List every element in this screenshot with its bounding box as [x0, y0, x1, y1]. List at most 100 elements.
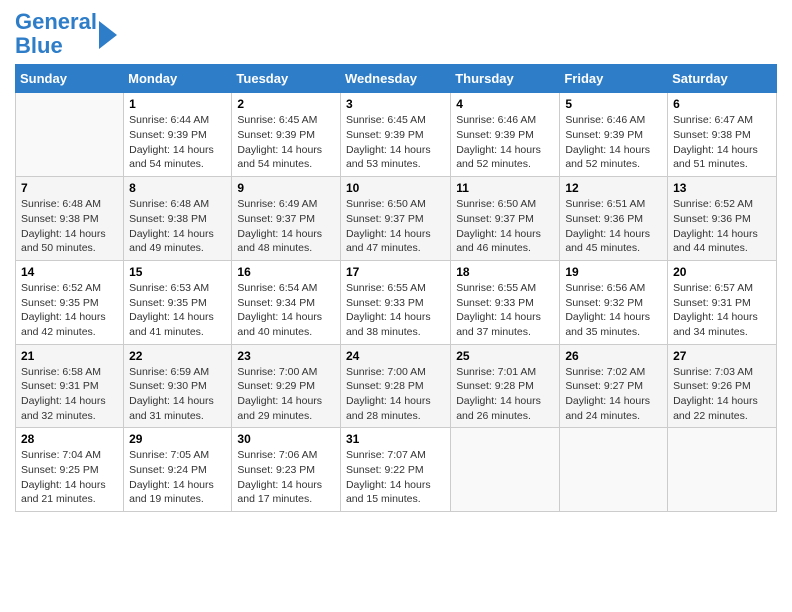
day-number: 23	[237, 349, 335, 363]
day-number: 18	[456, 265, 554, 279]
calendar-cell	[16, 93, 124, 177]
day-info: Sunrise: 6:45 AM Sunset: 9:39 PM Dayligh…	[346, 113, 445, 172]
day-info: Sunrise: 7:05 AM Sunset: 9:24 PM Dayligh…	[129, 448, 226, 507]
calendar-cell: 3 Sunrise: 6:45 AM Sunset: 9:39 PM Dayli…	[340, 93, 450, 177]
day-number: 1	[129, 97, 226, 111]
day-info: Sunrise: 7:02 AM Sunset: 9:27 PM Dayligh…	[565, 365, 662, 424]
logo: General Blue	[15, 10, 117, 58]
day-number: 29	[129, 432, 226, 446]
day-info: Sunrise: 7:00 AM Sunset: 9:29 PM Dayligh…	[237, 365, 335, 424]
calendar-cell: 4 Sunrise: 6:46 AM Sunset: 9:39 PM Dayli…	[451, 93, 560, 177]
calendar-cell: 1 Sunrise: 6:44 AM Sunset: 9:39 PM Dayli…	[124, 93, 232, 177]
day-number: 6	[673, 97, 771, 111]
day-info: Sunrise: 6:47 AM Sunset: 9:38 PM Dayligh…	[673, 113, 771, 172]
day-info: Sunrise: 6:51 AM Sunset: 9:36 PM Dayligh…	[565, 197, 662, 256]
logo-text: General Blue	[15, 10, 97, 58]
day-info: Sunrise: 6:45 AM Sunset: 9:39 PM Dayligh…	[237, 113, 335, 172]
day-number: 9	[237, 181, 335, 195]
calendar-cell: 2 Sunrise: 6:45 AM Sunset: 9:39 PM Dayli…	[232, 93, 341, 177]
day-info: Sunrise: 6:57 AM Sunset: 9:31 PM Dayligh…	[673, 281, 771, 340]
day-number: 10	[346, 181, 445, 195]
day-number: 13	[673, 181, 771, 195]
day-info: Sunrise: 6:58 AM Sunset: 9:31 PM Dayligh…	[21, 365, 118, 424]
calendar-cell	[560, 428, 668, 512]
day-info: Sunrise: 6:56 AM Sunset: 9:32 PM Dayligh…	[565, 281, 662, 340]
weekday-header: Friday	[560, 65, 668, 93]
day-info: Sunrise: 6:52 AM Sunset: 9:36 PM Dayligh…	[673, 197, 771, 256]
calendar-cell: 17 Sunrise: 6:55 AM Sunset: 9:33 PM Dayl…	[340, 260, 450, 344]
day-info: Sunrise: 6:52 AM Sunset: 9:35 PM Dayligh…	[21, 281, 118, 340]
day-info: Sunrise: 6:48 AM Sunset: 9:38 PM Dayligh…	[129, 197, 226, 256]
calendar-week-row: 7 Sunrise: 6:48 AM Sunset: 9:38 PM Dayli…	[16, 177, 777, 261]
day-number: 15	[129, 265, 226, 279]
day-info: Sunrise: 7:06 AM Sunset: 9:23 PM Dayligh…	[237, 448, 335, 507]
calendar-cell: 24 Sunrise: 7:00 AM Sunset: 9:28 PM Dayl…	[340, 344, 450, 428]
calendar-cell: 28 Sunrise: 7:04 AM Sunset: 9:25 PM Dayl…	[16, 428, 124, 512]
day-number: 28	[21, 432, 118, 446]
calendar-cell: 9 Sunrise: 6:49 AM Sunset: 9:37 PM Dayli…	[232, 177, 341, 261]
calendar-cell: 26 Sunrise: 7:02 AM Sunset: 9:27 PM Dayl…	[560, 344, 668, 428]
day-number: 2	[237, 97, 335, 111]
day-info: Sunrise: 6:50 AM Sunset: 9:37 PM Dayligh…	[346, 197, 445, 256]
weekday-header: Sunday	[16, 65, 124, 93]
day-info: Sunrise: 6:53 AM Sunset: 9:35 PM Dayligh…	[129, 281, 226, 340]
calendar-cell	[451, 428, 560, 512]
calendar-cell: 31 Sunrise: 7:07 AM Sunset: 9:22 PM Dayl…	[340, 428, 450, 512]
calendar-cell: 15 Sunrise: 6:53 AM Sunset: 9:35 PM Dayl…	[124, 260, 232, 344]
day-number: 31	[346, 432, 445, 446]
calendar-week-row: 14 Sunrise: 6:52 AM Sunset: 9:35 PM Dayl…	[16, 260, 777, 344]
calendar-cell: 16 Sunrise: 6:54 AM Sunset: 9:34 PM Dayl…	[232, 260, 341, 344]
day-number: 17	[346, 265, 445, 279]
day-number: 26	[565, 349, 662, 363]
day-info: Sunrise: 6:46 AM Sunset: 9:39 PM Dayligh…	[456, 113, 554, 172]
weekday-header: Saturday	[668, 65, 777, 93]
day-number: 30	[237, 432, 335, 446]
page-header: General Blue	[15, 10, 777, 58]
calendar-cell: 7 Sunrise: 6:48 AM Sunset: 9:38 PM Dayli…	[16, 177, 124, 261]
calendar-cell	[668, 428, 777, 512]
calendar-cell: 10 Sunrise: 6:50 AM Sunset: 9:37 PM Dayl…	[340, 177, 450, 261]
day-number: 16	[237, 265, 335, 279]
weekday-header: Tuesday	[232, 65, 341, 93]
day-info: Sunrise: 6:48 AM Sunset: 9:38 PM Dayligh…	[21, 197, 118, 256]
day-number: 25	[456, 349, 554, 363]
day-number: 14	[21, 265, 118, 279]
day-number: 7	[21, 181, 118, 195]
calendar-cell: 30 Sunrise: 7:06 AM Sunset: 9:23 PM Dayl…	[232, 428, 341, 512]
day-info: Sunrise: 7:00 AM Sunset: 9:28 PM Dayligh…	[346, 365, 445, 424]
calendar-cell: 20 Sunrise: 6:57 AM Sunset: 9:31 PM Dayl…	[668, 260, 777, 344]
day-info: Sunrise: 6:55 AM Sunset: 9:33 PM Dayligh…	[346, 281, 445, 340]
calendar-week-row: 28 Sunrise: 7:04 AM Sunset: 9:25 PM Dayl…	[16, 428, 777, 512]
day-number: 24	[346, 349, 445, 363]
day-number: 27	[673, 349, 771, 363]
calendar-week-row: 21 Sunrise: 6:58 AM Sunset: 9:31 PM Dayl…	[16, 344, 777, 428]
weekday-header: Wednesday	[340, 65, 450, 93]
calendar-week-row: 1 Sunrise: 6:44 AM Sunset: 9:39 PM Dayli…	[16, 93, 777, 177]
calendar-cell: 19 Sunrise: 6:56 AM Sunset: 9:32 PM Dayl…	[560, 260, 668, 344]
calendar-cell: 27 Sunrise: 7:03 AM Sunset: 9:26 PM Dayl…	[668, 344, 777, 428]
day-info: Sunrise: 7:04 AM Sunset: 9:25 PM Dayligh…	[21, 448, 118, 507]
day-info: Sunrise: 6:55 AM Sunset: 9:33 PM Dayligh…	[456, 281, 554, 340]
day-info: Sunrise: 6:59 AM Sunset: 9:30 PM Dayligh…	[129, 365, 226, 424]
calendar-cell: 13 Sunrise: 6:52 AM Sunset: 9:36 PM Dayl…	[668, 177, 777, 261]
day-info: Sunrise: 7:03 AM Sunset: 9:26 PM Dayligh…	[673, 365, 771, 424]
calendar-cell: 12 Sunrise: 6:51 AM Sunset: 9:36 PM Dayl…	[560, 177, 668, 261]
calendar-cell: 11 Sunrise: 6:50 AM Sunset: 9:37 PM Dayl…	[451, 177, 560, 261]
day-number: 3	[346, 97, 445, 111]
day-info: Sunrise: 7:07 AM Sunset: 9:22 PM Dayligh…	[346, 448, 445, 507]
day-number: 22	[129, 349, 226, 363]
day-info: Sunrise: 7:01 AM Sunset: 9:28 PM Dayligh…	[456, 365, 554, 424]
calendar-cell: 29 Sunrise: 7:05 AM Sunset: 9:24 PM Dayl…	[124, 428, 232, 512]
day-number: 12	[565, 181, 662, 195]
calendar-cell: 14 Sunrise: 6:52 AM Sunset: 9:35 PM Dayl…	[16, 260, 124, 344]
calendar-cell: 5 Sunrise: 6:46 AM Sunset: 9:39 PM Dayli…	[560, 93, 668, 177]
day-number: 21	[21, 349, 118, 363]
weekday-header: Thursday	[451, 65, 560, 93]
calendar-cell: 8 Sunrise: 6:48 AM Sunset: 9:38 PM Dayli…	[124, 177, 232, 261]
day-number: 19	[565, 265, 662, 279]
day-number: 11	[456, 181, 554, 195]
day-number: 20	[673, 265, 771, 279]
day-info: Sunrise: 6:54 AM Sunset: 9:34 PM Dayligh…	[237, 281, 335, 340]
calendar-table: SundayMondayTuesdayWednesdayThursdayFrid…	[15, 64, 777, 512]
calendar-cell: 6 Sunrise: 6:47 AM Sunset: 9:38 PM Dayli…	[668, 93, 777, 177]
